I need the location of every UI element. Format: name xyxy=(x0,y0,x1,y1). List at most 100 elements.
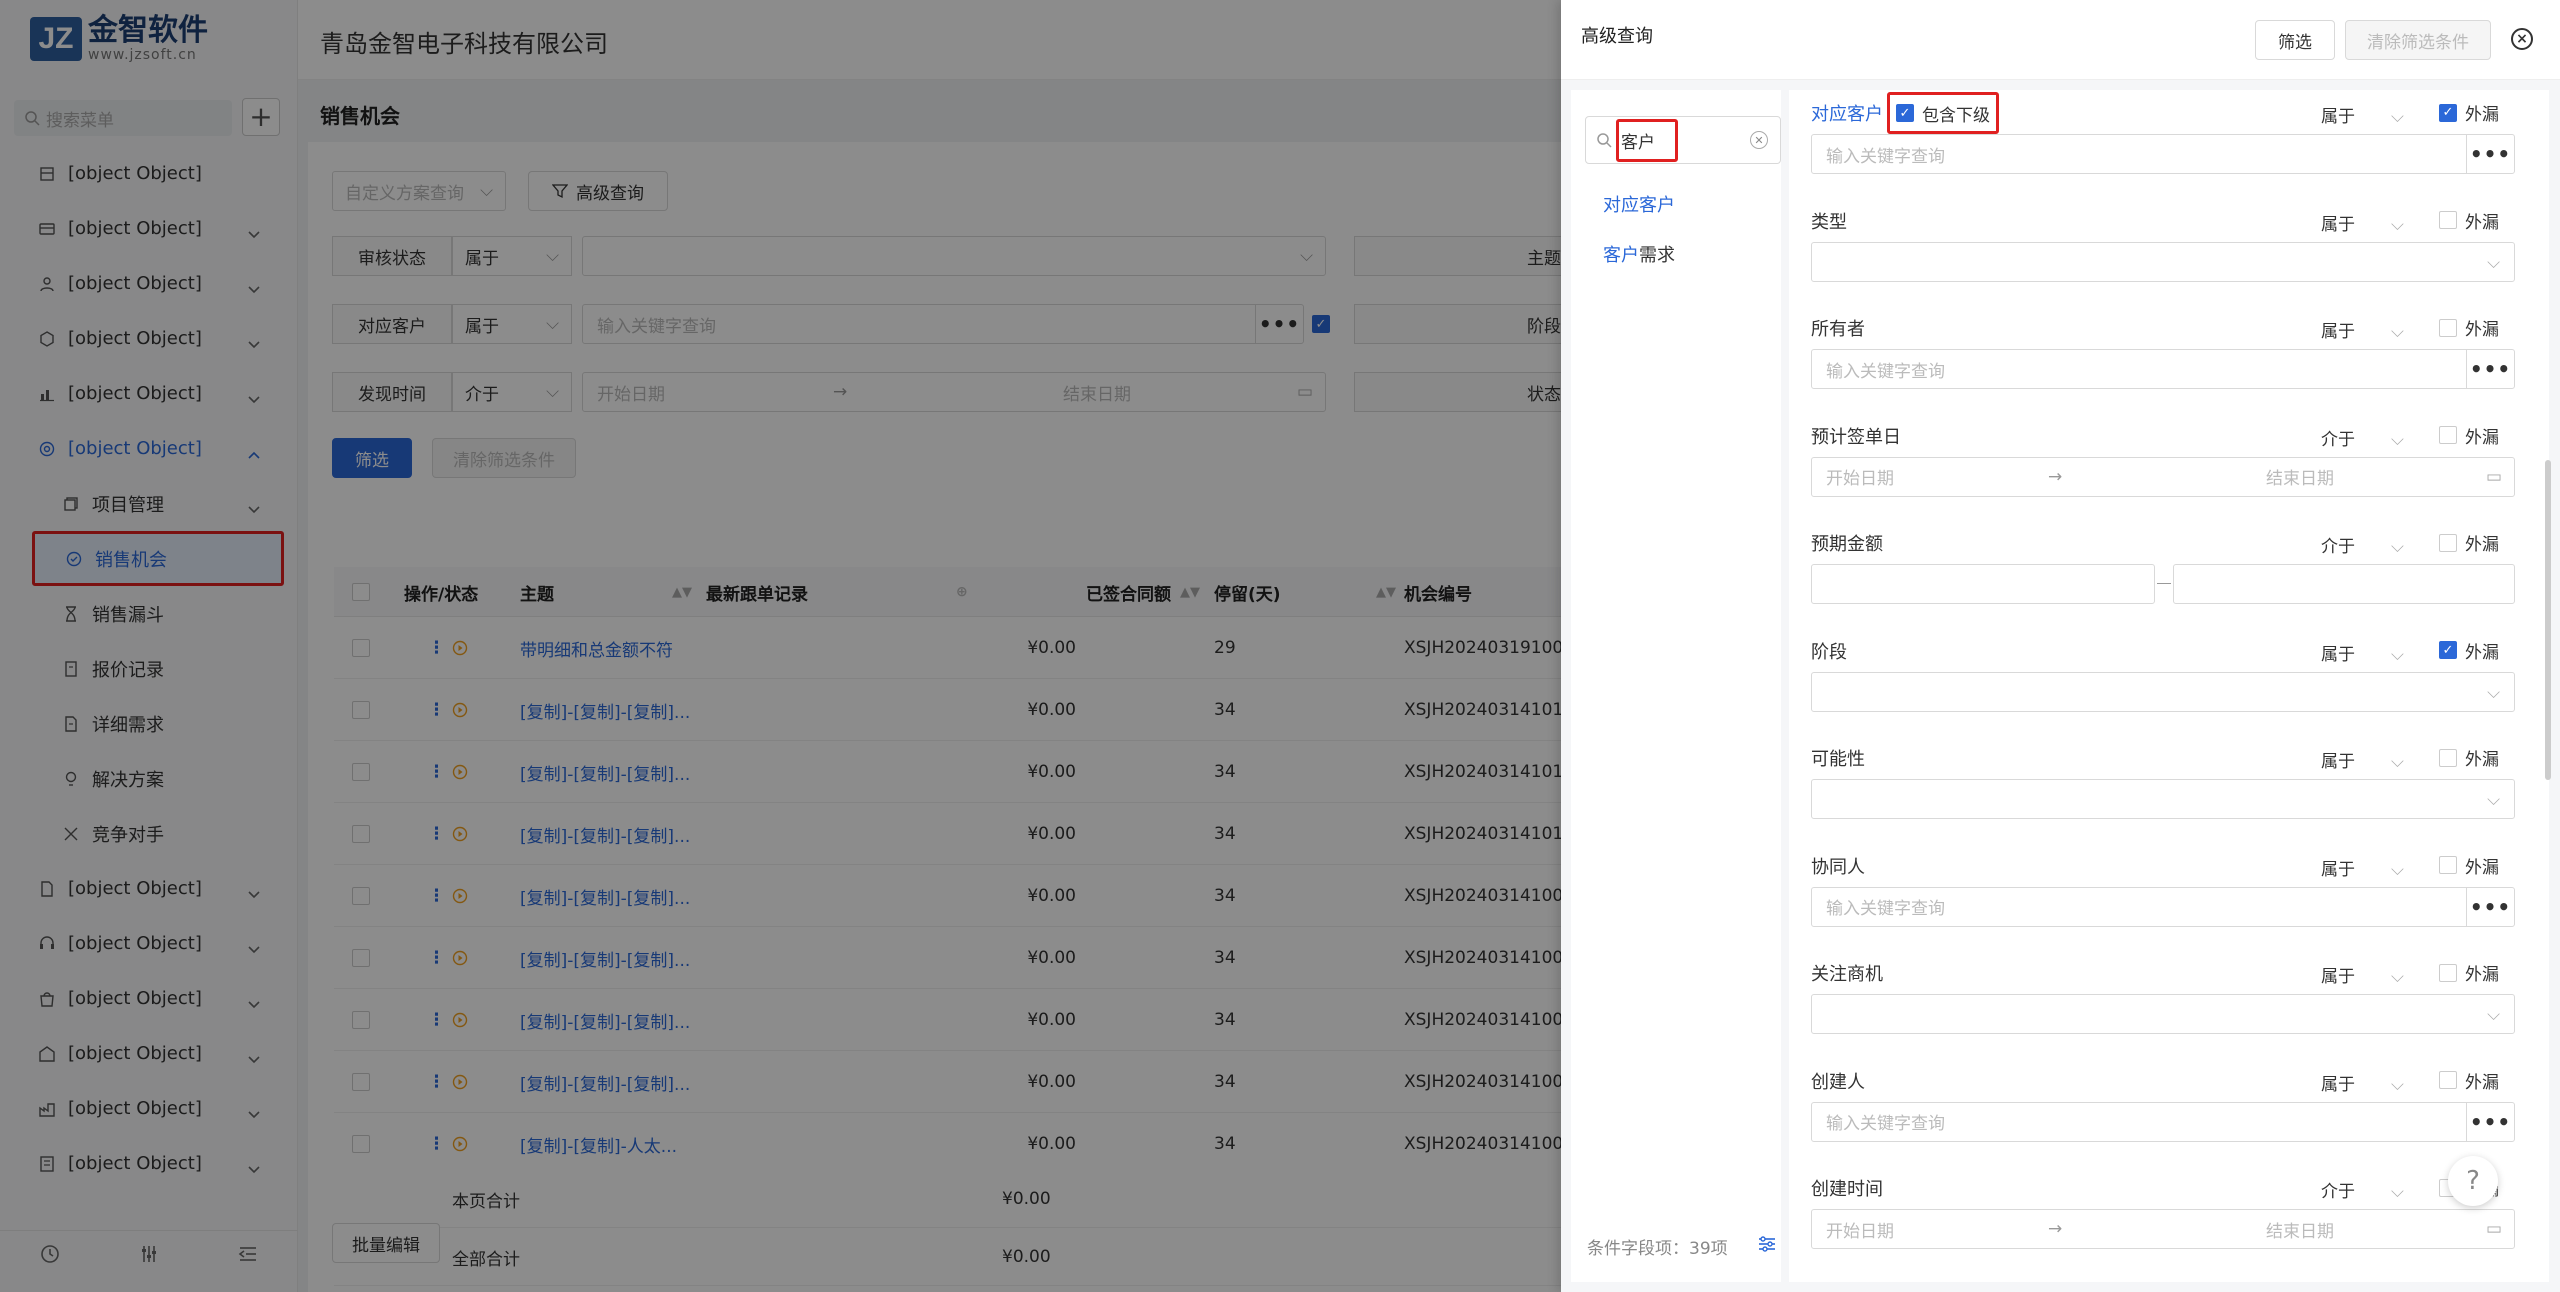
sidebar-subitem-funnel[interactable]: 销售漏斗 xyxy=(0,586,298,641)
sidebar-item-home[interactable]: [object Object] xyxy=(0,146,298,201)
collapse-menu-icon[interactable] xyxy=(237,1243,259,1270)
row-menu-icon[interactable]: ⋮ xyxy=(428,865,445,927)
external-checkbox[interactable] xyxy=(2439,318,2457,337)
customer-keyword-input[interactable]: 输入关键字查询 ••• xyxy=(582,304,1304,344)
col-header-days[interactable]: 停留(天) xyxy=(1214,567,1281,617)
row-checkbox[interactable] xyxy=(352,679,370,741)
table-row[interactable]: ⋮ [复制]-[复制]-[复制]... ¥0.00 34 XSJH20240314100… xyxy=(334,989,1561,1051)
row-checkbox[interactable] xyxy=(352,865,370,927)
include-sub-checkbox[interactable]: ✓ xyxy=(1312,315,1330,333)
row-subject-link[interactable]: [复制]-[复制]-[复制]... xyxy=(520,989,690,1051)
amount-max-input[interactable] xyxy=(2173,564,2515,604)
field-search-input[interactable]: 客户 ✕ xyxy=(1585,116,1781,164)
field-keyword-input[interactable]: 输入关键字查询 ••• xyxy=(1811,349,2515,389)
batch-edit-button[interactable]: 批量编辑 xyxy=(332,1223,440,1263)
field-operator-select[interactable]: 介于 ⌵ xyxy=(2321,532,2404,557)
field-date-range[interactable]: 开始日期 → 结束日期 ▭ xyxy=(1811,1209,2515,1249)
result-item[interactable]: 客户需求 xyxy=(1603,241,1675,267)
row-checkbox[interactable] xyxy=(352,617,370,679)
col-header-signed-amount[interactable]: 已签合同额 xyxy=(1086,567,1171,617)
row-subject-link[interactable]: [复制]-[复制]-[复制]... xyxy=(520,679,690,741)
sidebar-item-warehouse[interactable]: [object Object] xyxy=(0,1026,298,1081)
field-operator-select[interactable]: 介于 ⌵ xyxy=(2321,425,2404,450)
include-sub-toggle[interactable]: ✓ 包含下级 xyxy=(1887,92,1999,134)
table-row[interactable]: ⋮ 带明细和总金额不符 ¥0.00 29 XSJH202403191001 xyxy=(334,617,1561,679)
more-icon[interactable]: ••• xyxy=(1255,305,1303,343)
field-operator-select[interactable]: 属于 ⌵ xyxy=(2321,855,2404,880)
field-select[interactable]: ⌵ xyxy=(1811,779,2515,819)
settings-sliders-icon[interactable] xyxy=(138,1243,160,1270)
status-icon[interactable] xyxy=(452,741,468,803)
status-icon[interactable] xyxy=(452,617,468,679)
table-row[interactable]: ⋮ [复制]-[复制]-[复制]... ¥0.00 34 XSJH20240314100… xyxy=(334,1051,1561,1113)
sidebar-item-production[interactable]: [object Object] xyxy=(0,1081,298,1136)
sidebar-subitem-bulb[interactable]: 解决方案 xyxy=(0,751,298,806)
sidebar-subitem-opportunity[interactable]: 销售机会 xyxy=(32,531,284,586)
external-checkbox[interactable] xyxy=(2439,426,2457,444)
table-row[interactable]: ⋮ [复制]-[复制]-人太... ¥0.00 34 XSJH202403141005 xyxy=(334,1113,1561,1175)
row-menu-icon[interactable]: ⋮ xyxy=(428,679,445,741)
more-icon[interactable]: ••• xyxy=(2466,135,2514,173)
row-menu-icon[interactable]: ⋮ xyxy=(428,927,445,989)
sidebar-item-sales[interactable]: [object Object] xyxy=(0,421,298,476)
row-subject-link[interactable]: [复制]-[复制]-[复制]... xyxy=(520,741,690,803)
external-toggle[interactable]: 外漏 xyxy=(2439,960,2499,985)
external-checkbox[interactable] xyxy=(2439,963,2457,982)
sidebar-item-customer[interactable]: [object Object] xyxy=(0,366,298,421)
sort-icon[interactable]: ▲▼ xyxy=(1180,567,1200,617)
field-operator-select[interactable]: 属于 ⌵ xyxy=(2321,962,2404,987)
table-row[interactable]: ⋮ [复制]-[复制]-[复制]... ¥0.00 34 XSJH20240314101… xyxy=(334,803,1561,865)
field-select[interactable]: ⌵ xyxy=(1811,671,2515,712)
status-icon[interactable] xyxy=(452,803,468,865)
more-icon[interactable]: ••• xyxy=(2466,350,2514,388)
field-keyword-input[interactable]: 输入关键字查询 ••• xyxy=(1811,134,2515,174)
row-subject-link[interactable]: [复制]-[复制]-[复制]... xyxy=(520,1051,690,1113)
row-checkbox[interactable] xyxy=(352,741,370,803)
field-operator-select[interactable]: 属于 ⌵ xyxy=(2321,747,2404,772)
field-operator-select[interactable]: 属于 ⌵ xyxy=(2321,317,2404,342)
external-toggle[interactable]: ✓ 外漏 xyxy=(2439,638,2499,663)
field-settings-icon[interactable] xyxy=(1757,1235,1777,1258)
external-checkbox[interactable]: ✓ xyxy=(2439,641,2457,659)
drawer-scrollbar[interactable] xyxy=(2545,460,2551,780)
field-keyword-input[interactable]: 输入关键字查询 ••• xyxy=(1811,1101,2515,1142)
table-row[interactable]: ⋮ [复制]-[复制]-[复制]... ¥0.00 34 XSJH20240314101… xyxy=(334,741,1561,803)
date-range-input[interactable]: 开始日期 → 结束日期 ▭ xyxy=(582,372,1326,412)
sidebar-subitem-project[interactable]: 项目管理 xyxy=(0,476,298,531)
status-icon[interactable] xyxy=(452,989,468,1051)
col-header-subject[interactable]: 主题 xyxy=(520,567,554,617)
sidebar-item-service[interactable]: [object Object] xyxy=(0,916,298,971)
external-toggle[interactable]: 外漏 xyxy=(2439,208,2499,233)
sidebar-item-cube[interactable]: [object Object] xyxy=(0,311,298,366)
close-icon[interactable]: × xyxy=(2511,28,2533,50)
more-icon[interactable]: ••• xyxy=(2466,887,2514,926)
status-icon[interactable] xyxy=(452,865,468,927)
history-icon[interactable] xyxy=(39,1243,61,1270)
filter-operator-select[interactable]: 属于 ⌵ xyxy=(452,304,572,344)
field-operator-select[interactable]: 属于 ⌵ xyxy=(2321,210,2404,235)
status-icon[interactable] xyxy=(452,927,468,989)
external-checkbox[interactable] xyxy=(2439,748,2457,767)
sidebar-item-ticket[interactable]: [object Object] xyxy=(0,1136,298,1191)
sidebar-subitem-quote[interactable]: 报价记录 xyxy=(0,641,298,696)
row-menu-icon[interactable]: ⋮ xyxy=(428,741,445,803)
status-icon[interactable] xyxy=(452,679,468,741)
select-all-checkbox[interactable] xyxy=(352,567,370,617)
field-keyword-input[interactable]: 输入关键字查询 ••• xyxy=(1811,886,2515,927)
field-operator-select[interactable]: 属于 ⌵ xyxy=(2321,102,2404,127)
amount-min-input[interactable] xyxy=(1811,564,2155,604)
external-toggle[interactable]: 外漏 xyxy=(2439,745,2499,770)
row-subject-link[interactable]: 带明细和总金额不符 xyxy=(520,617,690,679)
more-icon[interactable]: ••• xyxy=(2466,1102,2514,1141)
row-subject-link[interactable]: [复制]-[复制]-[复制]... xyxy=(520,803,690,865)
drawer-filter-button[interactable]: 筛选 xyxy=(2255,20,2335,60)
external-checkbox[interactable]: ✓ xyxy=(2439,103,2457,122)
filter-value-select[interactable]: ⌵ xyxy=(582,236,1326,276)
external-checkbox[interactable] xyxy=(2439,856,2457,874)
external-checkbox[interactable] xyxy=(2439,211,2457,229)
row-checkbox[interactable] xyxy=(352,803,370,865)
field-operator-select[interactable]: 介于 ⌵ xyxy=(2321,1177,2404,1202)
external-toggle[interactable]: 外漏 xyxy=(2439,1068,2499,1093)
row-subject-link[interactable]: [复制]-[复制]-[复制]... xyxy=(520,865,690,927)
external-checkbox[interactable] xyxy=(2439,1071,2457,1089)
